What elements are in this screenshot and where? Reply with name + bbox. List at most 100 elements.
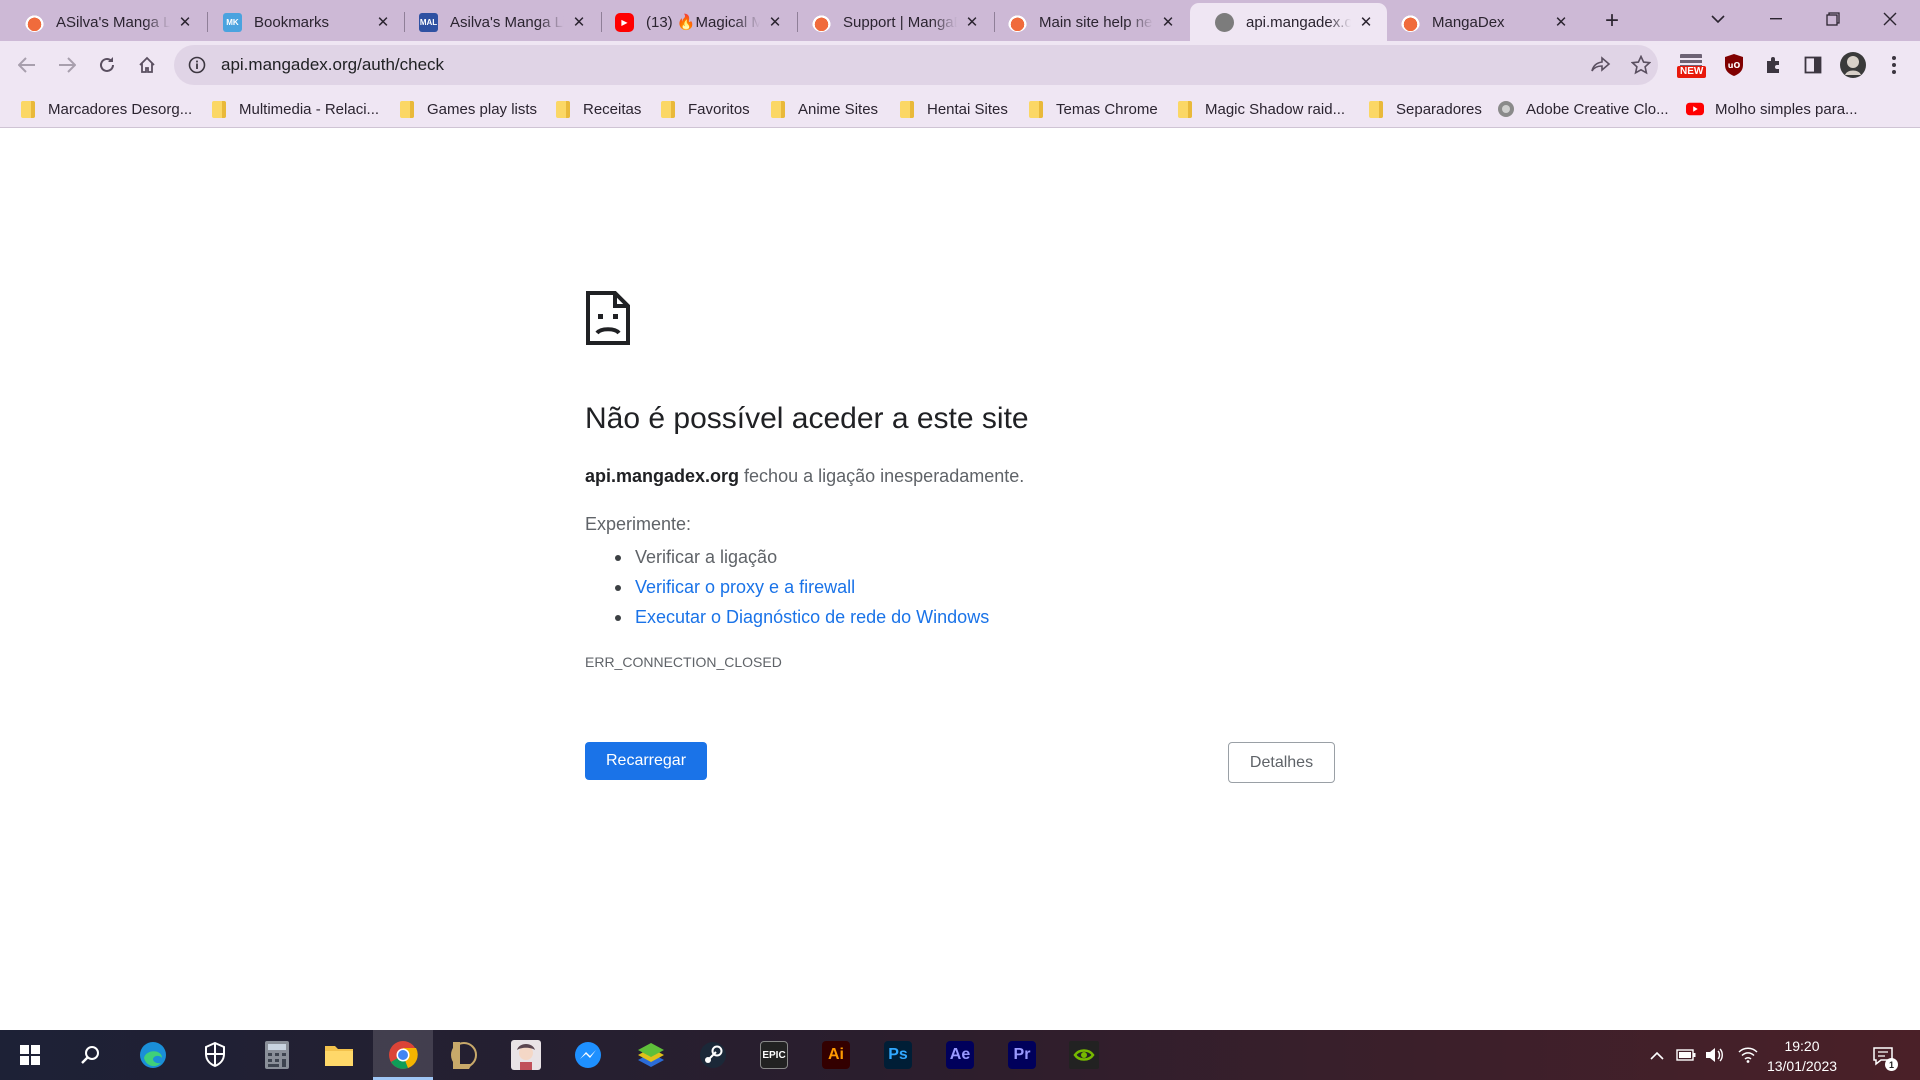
tab-title: (13) 🔥Magical Mirai	[646, 14, 760, 31]
bookmark-folder-temas-chrome[interactable]: Temas Chrome	[1029, 98, 1158, 120]
suggestion-list: Verificar a ligação Verificar o proxy e …	[614, 542, 989, 632]
back-arrow-icon[interactable]	[11, 49, 43, 81]
tab-title: MangaDex	[1432, 13, 1505, 31]
adobe-illustrator-icon[interactable]: Ai	[819, 1038, 853, 1072]
url-text[interactable]: api.mangadex.org/auth/check	[221, 55, 444, 75]
bookmarks-bar: Marcadores Desorg... Multimedia - Relaci…	[0, 90, 1920, 128]
new-tab-plus-icon[interactable]: +	[1597, 6, 1627, 36]
league-of-legends-icon[interactable]	[446, 1038, 480, 1072]
chrome-menu-kebab-icon[interactable]	[1879, 50, 1909, 80]
folder-icon	[1369, 100, 1383, 118]
close-icon[interactable]: ✕	[963, 13, 981, 31]
bookmark-molho-simples[interactable]: Molho simples para...	[1686, 98, 1858, 120]
address-bar[interactable]: api.mangadex.org/auth/check	[174, 45, 1658, 85]
bookmark-adobe-creative-cloud[interactable]: Adobe Creative Clo...	[1497, 98, 1669, 120]
tab-asilva-manga-list-1[interactable]: ASilva's Manga List ✕	[0, 3, 206, 41]
tab-bookmarks[interactable]: MK Bookmarks ✕	[198, 3, 404, 41]
youtube-icon	[1686, 100, 1704, 118]
reload-icon[interactable]	[91, 49, 123, 81]
close-icon[interactable]: ✕	[570, 13, 588, 31]
close-icon[interactable]: ✕	[1552, 13, 1570, 31]
chrome-taskbar-icon[interactable]	[373, 1030, 433, 1080]
extensions-puzzle-icon[interactable]	[1759, 50, 1789, 80]
error-heading: Não é possível aceder a este site	[585, 402, 1029, 435]
notification-center-icon[interactable]: 1	[1870, 1043, 1898, 1071]
tab-youtube-magical-mirai[interactable]: ▶ (13) 🔥Magical Mirai ✕	[590, 3, 796, 41]
error-code: ERR_CONNECTION_CLOSED	[585, 654, 782, 670]
tab-title: Support | MangaDex	[843, 13, 957, 31]
calculator-icon[interactable]	[260, 1038, 294, 1072]
mangadex-favicon-icon	[1401, 12, 1420, 32]
bookmark-folder-magic-shadow[interactable]: Magic Shadow raid...	[1178, 98, 1345, 120]
folder-icon	[1178, 100, 1192, 118]
tab-title: Main site help needed	[1039, 13, 1153, 31]
bluestacks-icon[interactable]	[634, 1038, 668, 1072]
file-explorer-folder-icon[interactable]	[322, 1038, 356, 1072]
windows-security-shield-icon[interactable]	[198, 1038, 232, 1072]
ublock-origin-icon[interactable]: uO	[1719, 50, 1749, 80]
tab-mangadex[interactable]: MangaDex ✕	[1376, 3, 1582, 41]
wifi-icon[interactable]	[1737, 1044, 1759, 1066]
site-info-icon[interactable]	[187, 55, 207, 75]
taskbar-clock[interactable]: 19:20 13/01/2023	[1762, 1036, 1842, 1076]
details-button[interactable]: Detalhes	[1228, 742, 1335, 783]
adobe-photoshop-icon[interactable]: Ps	[881, 1038, 915, 1072]
close-icon[interactable]: ✕	[374, 13, 392, 31]
search-icon[interactable]	[73, 1038, 107, 1072]
profile-avatar[interactable]	[1838, 50, 1868, 80]
suggestion-check-proxy-firewall-link[interactable]: Verificar o proxy e a firewall	[614, 572, 989, 602]
clock-date: 13/01/2023	[1766, 1058, 1838, 1074]
folder-icon	[771, 100, 785, 118]
tab-main-site-help[interactable]: Main site help needed ✕	[983, 3, 1189, 41]
battery-icon[interactable]	[1675, 1044, 1697, 1066]
extension-new-icon[interactable]: NEW	[1677, 50, 1707, 80]
bookmark-star-icon[interactable]	[1630, 54, 1652, 76]
bookmark-folder-anime-sites[interactable]: Anime Sites	[771, 98, 878, 120]
tray-chevron-up-icon[interactable]	[1646, 1044, 1668, 1066]
windows-taskbar: EPIC Ai Ps Ae Pr 19:20 13/01/2023 1	[0, 1030, 1920, 1080]
tab-title: api.mangadex.org	[1246, 13, 1351, 31]
bookmark-folder-favoritos[interactable]: Favoritos	[661, 98, 750, 120]
volume-icon[interactable]	[1703, 1044, 1725, 1066]
close-icon[interactable]: ✕	[1357, 13, 1375, 31]
steam-icon[interactable]	[696, 1038, 730, 1072]
bookmark-folder-hentai-sites[interactable]: Hentai Sites	[900, 98, 1008, 120]
new-badge: NEW	[1677, 66, 1707, 78]
home-icon[interactable]	[131, 49, 163, 81]
tab-asilva-manga-list-2[interactable]: MAL Asilva's Manga List ✕	[394, 3, 600, 41]
messenger-app-icon[interactable]	[571, 1038, 605, 1072]
share-icon[interactable]	[1590, 54, 1612, 76]
tab-search-chevron-down-icon[interactable]	[1690, 0, 1746, 38]
restore-icon[interactable]	[1805, 0, 1861, 38]
reload-button[interactable]: Recarregar	[585, 742, 707, 780]
close-icon[interactable]: ✕	[176, 13, 194, 31]
windows-start-icon[interactable]	[13, 1038, 47, 1072]
folder-icon	[661, 100, 675, 118]
close-icon[interactable]: ✕	[1159, 13, 1177, 31]
anime-app-icon[interactable]	[509, 1038, 543, 1072]
adobe-premiere-icon[interactable]: Pr	[1005, 1038, 1039, 1072]
bookmark-folder-multimedia[interactable]: Multimedia - Relaci...	[212, 98, 379, 120]
suggestion-check-connection: Verificar a ligação	[614, 542, 989, 572]
bookmark-folder-receitas[interactable]: Receitas	[556, 98, 641, 120]
tab-support-mangadex[interactable]: Support | MangaDex ✕	[787, 3, 993, 41]
edge-browser-icon[interactable]	[136, 1038, 170, 1072]
window-close-icon[interactable]	[1862, 0, 1918, 38]
tab-api-mangadex-active[interactable]: api.mangadex.org ✕	[1190, 3, 1387, 41]
bookmark-folder-games[interactable]: Games play lists	[400, 98, 537, 120]
folder-icon	[900, 100, 914, 118]
bookmark-folder-separadores[interactable]: Separadores	[1369, 98, 1482, 120]
adobe-after-effects-icon[interactable]: Ae	[943, 1038, 977, 1072]
suggestion-network-diagnostics-link[interactable]: Executar o Diagnóstico de rede do Window…	[614, 602, 989, 632]
adobe-globe-icon	[1497, 100, 1515, 118]
forward-arrow-icon[interactable]	[51, 49, 83, 81]
close-icon[interactable]: ✕	[766, 13, 784, 31]
side-panel-icon[interactable]	[1798, 50, 1828, 80]
minimize-icon[interactable]	[1748, 0, 1804, 38]
epic-games-icon[interactable]: EPIC	[757, 1038, 791, 1072]
nvidia-geforce-icon[interactable]	[1067, 1038, 1101, 1072]
bookmark-folder-marcadores[interactable]: Marcadores Desorg...	[21, 98, 192, 120]
mangadex-favicon-icon	[1008, 12, 1027, 32]
error-host: api.mangadex.org	[585, 466, 740, 486]
error-message: fechou a ligação inesperadamente.	[739, 466, 1025, 486]
